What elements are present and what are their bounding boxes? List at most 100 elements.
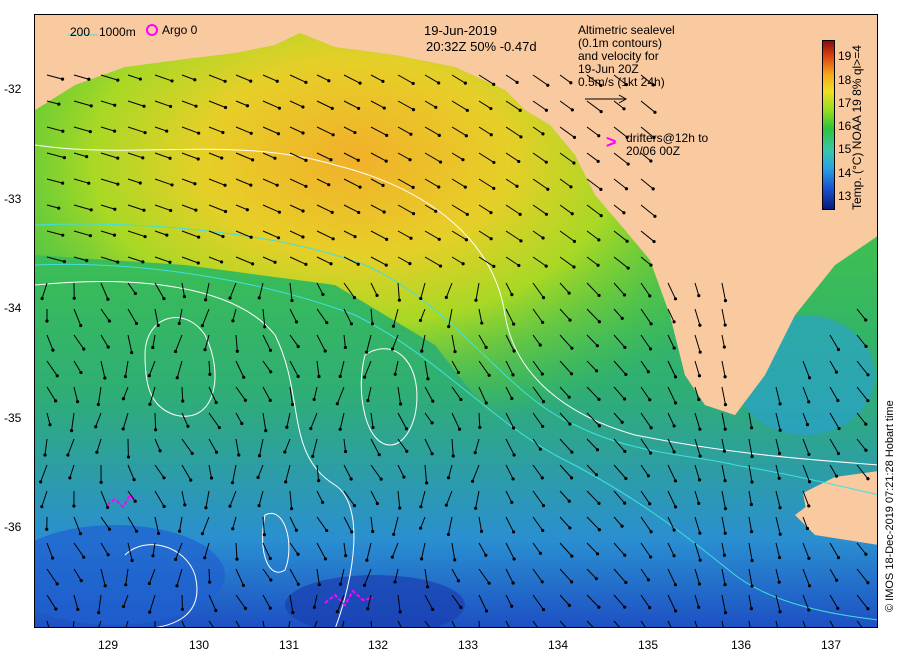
velocity-arrow-head	[385, 237, 389, 241]
velocity-arrow-head	[165, 233, 169, 237]
velocity-arrow-head	[540, 580, 544, 584]
velocity-arrow-head	[834, 578, 839, 582]
velocity-arrow-head	[147, 581, 151, 586]
velocity-arrow-head	[190, 451, 194, 456]
velocity-arrow-head	[335, 402, 339, 406]
velocity-arrow-head	[76, 607, 80, 611]
velocity-arrow-head	[112, 233, 117, 237]
velocity-arrow-head	[126, 455, 131, 459]
velocity-arrow-head	[444, 295, 448, 299]
velocity-arrow-head	[349, 477, 353, 481]
velocity-arrow-head	[672, 450, 676, 454]
velocity-arrow-head	[620, 420, 624, 424]
velocity-arrow-head	[698, 454, 702, 458]
velocity-arrow-head	[672, 320, 676, 324]
drifter-line: 20/06 00Z	[626, 144, 681, 158]
velocity-arrow-head	[87, 181, 91, 185]
velocity-arrow-head	[116, 156, 120, 160]
velocity-arrow-head	[457, 427, 462, 431]
velocity-arrow-head	[273, 260, 277, 264]
velocity-arrow-head	[243, 606, 248, 610]
velocity-arrow-head	[106, 345, 110, 349]
velocity-arrow-head	[357, 210, 361, 215]
velocity-arrow-head	[648, 605, 652, 610]
velocity-arrow-head	[411, 108, 416, 112]
velocity-arrow-head	[251, 262, 255, 266]
x-tick-label: 132	[367, 638, 389, 652]
velocity-arrow-head	[220, 156, 224, 160]
velocity-arrow-head	[358, 185, 362, 189]
velocity-arrow-head	[62, 156, 66, 160]
velocity-arrow-head	[162, 476, 166, 480]
velocity-arrow-head	[69, 429, 74, 433]
velocity-arrow-head	[79, 370, 83, 375]
velocity-arrow-head	[55, 582, 59, 586]
velocity-arrow-head	[391, 324, 396, 328]
velocity-arrow-head	[649, 555, 653, 559]
velocity-arrow-head	[572, 161, 576, 165]
velocity-arrow-head	[540, 476, 544, 480]
velocity-arrow-head	[263, 325, 267, 329]
velocity-arrow-head	[749, 502, 753, 507]
velocity-arrow-head	[124, 583, 128, 587]
velocity-arrow-head	[96, 402, 100, 407]
x-tick-label: 131	[278, 638, 300, 652]
velocity-arrow-head	[62, 260, 67, 264]
y-tick-label: -32	[4, 82, 22, 96]
velocity-arrow-head	[595, 448, 600, 452]
velocity-arrow-head	[622, 107, 626, 111]
credit-text: © IMOS 18-Dec-2019 07:21:28 Hobart time	[884, 400, 896, 612]
velocity-arrow-head	[221, 130, 225, 135]
velocity-arrow-head	[623, 553, 627, 557]
velocity-arrow-head	[836, 556, 841, 560]
velocity-arrow-head	[624, 580, 628, 585]
velocity-arrow-head	[291, 610, 295, 615]
velocity-arrow-head	[296, 344, 300, 349]
velocity-arrow-head	[807, 504, 811, 508]
velocity-arrow-head	[94, 425, 98, 429]
velocity-arrow-head	[370, 322, 375, 326]
velocity-arrow-head	[805, 423, 810, 427]
velocity-arrow-head	[208, 372, 212, 376]
velocity-arrow-head	[335, 610, 339, 614]
velocity-arrow-head	[624, 187, 629, 191]
velocity-arrow-head	[132, 478, 136, 482]
velocity-arrow-head	[480, 321, 484, 325]
velocity-arrow-head	[384, 263, 388, 267]
altimetry-legend: Altimetric sealevel (0.1m contours) and …	[578, 24, 675, 89]
velocity-arrow-head	[431, 607, 435, 611]
velocity-arrow-head	[456, 579, 460, 583]
velocity-arrow-head	[572, 135, 577, 140]
velocity-arrow-head	[807, 452, 811, 457]
velocity-arrow-head	[186, 424, 190, 428]
velocity-arrow-head	[296, 374, 300, 379]
velocity-arrow-head	[697, 294, 701, 298]
velocity-arrow-head	[626, 162, 630, 166]
velocity-arrow-head	[484, 553, 488, 557]
velocity-arrow-head	[749, 607, 753, 611]
velocity-arrow-head	[106, 505, 110, 510]
velocity-arrow-head	[381, 79, 385, 83]
velocity-arrow-head	[437, 185, 441, 189]
velocity-arrow-head	[57, 206, 61, 210]
velocity-arrow-head	[79, 323, 83, 328]
velocity-arrow-head	[698, 323, 702, 327]
velocity-arrow-head	[133, 499, 137, 503]
velocity-arrow-head	[492, 160, 496, 165]
velocity-arrow-head	[623, 501, 627, 505]
velocity-arrow-head	[257, 296, 261, 300]
x-tick-label: 129	[97, 638, 119, 652]
velocity-arrow-head	[156, 323, 160, 327]
velocity-arrow-head	[411, 212, 416, 216]
velocity-arrow-head	[567, 499, 571, 503]
velocity-arrow-head	[330, 210, 334, 214]
velocity-arrow-head	[181, 399, 185, 403]
velocity-arrow-head	[344, 554, 348, 558]
velocity-arrow-head	[309, 426, 313, 431]
velocity-arrow-head	[66, 453, 70, 457]
velocity-arrow	[154, 412, 157, 430]
velocity-arrow-head	[356, 262, 360, 266]
velocity-arrow-head	[453, 558, 457, 562]
velocity-arrow-head	[541, 320, 545, 324]
velocity-arrow-head	[512, 557, 516, 561]
